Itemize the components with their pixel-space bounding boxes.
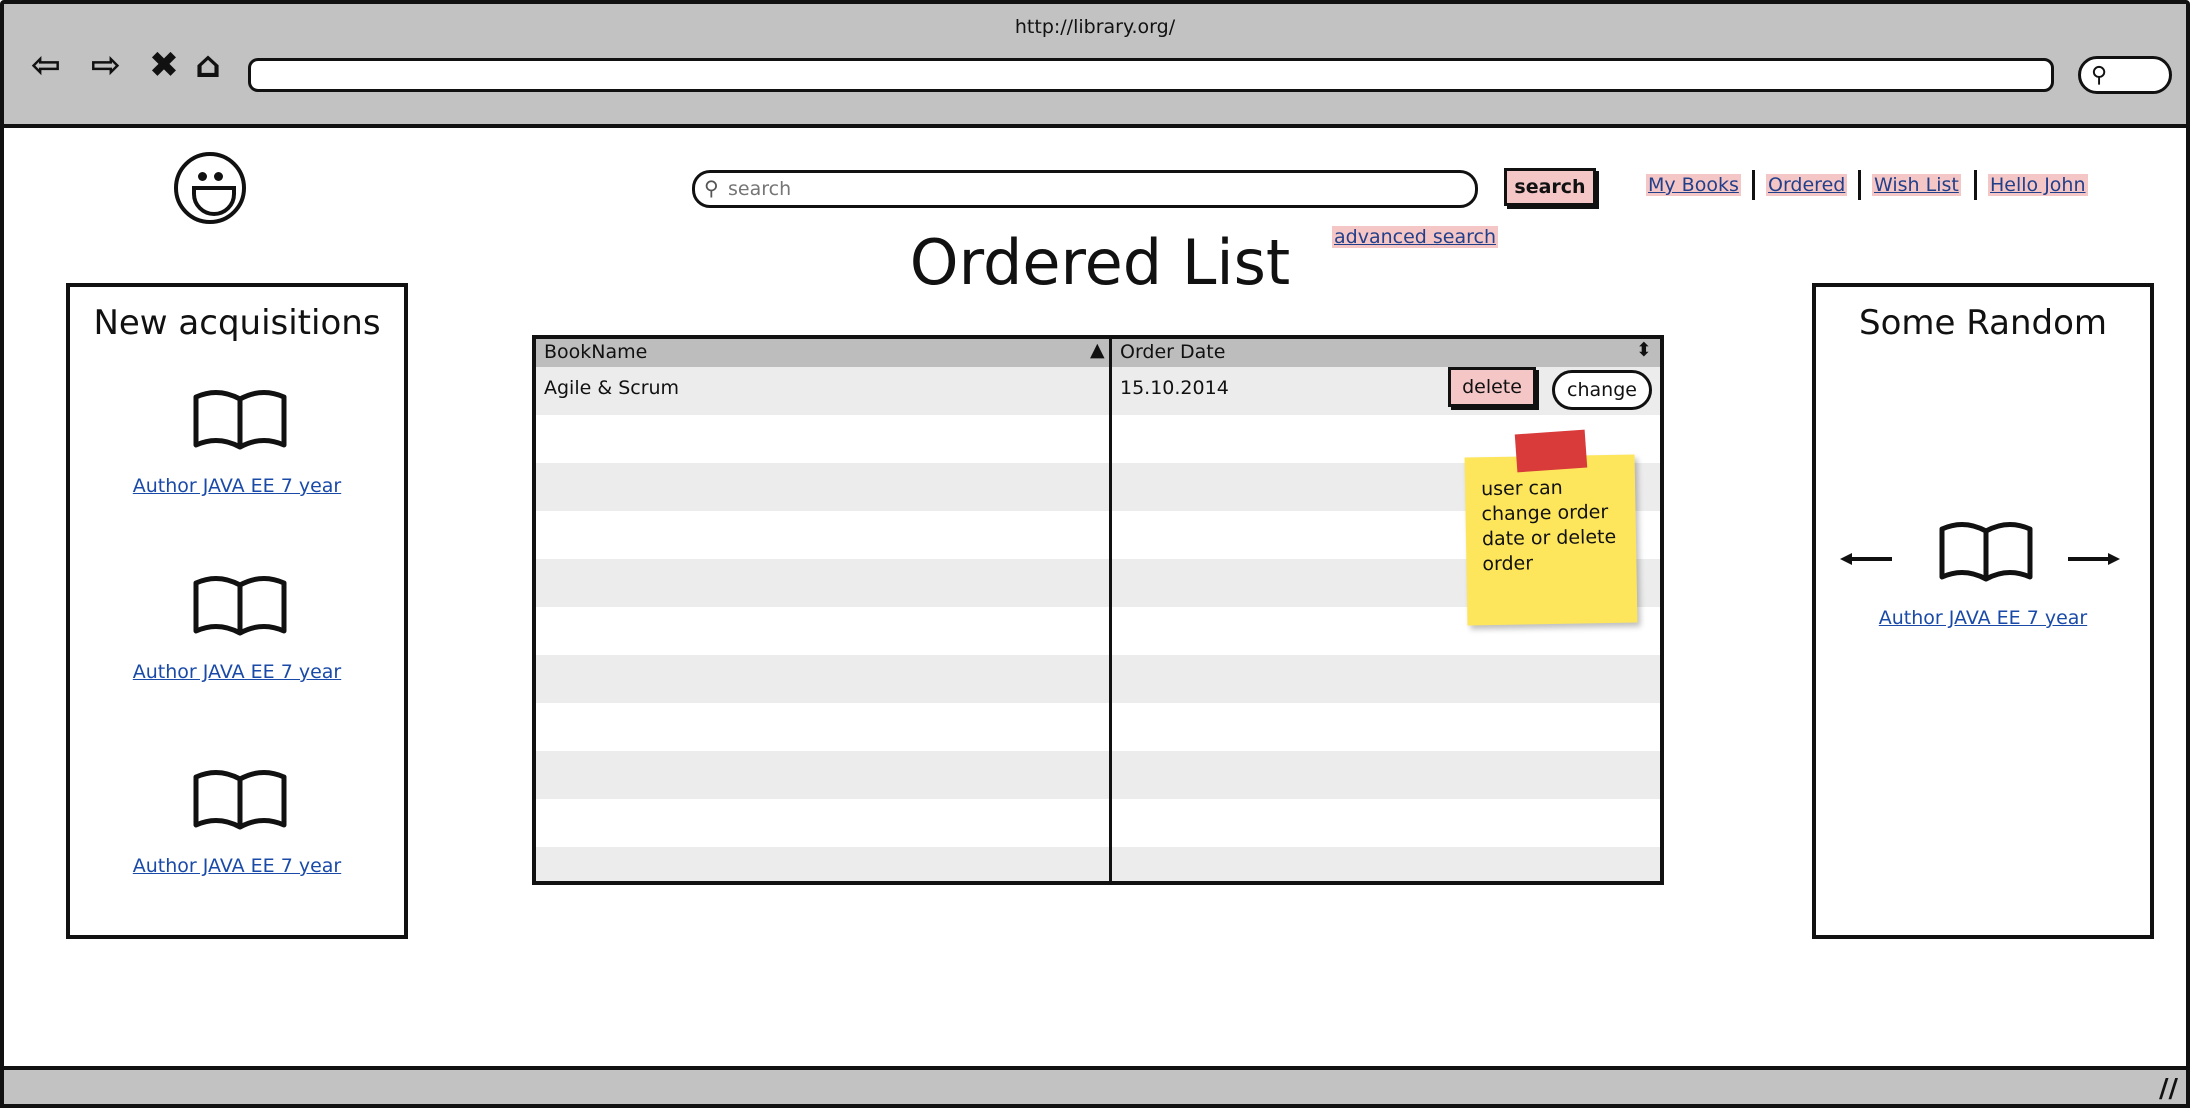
some-random-panel: Some Random Author JAVA EE 7 year [1812, 283, 2154, 939]
browser-search-icon[interactable]: ⚲ [2078, 56, 2172, 94]
change-button[interactable]: change [1552, 370, 1652, 410]
search-input[interactable] [728, 175, 1428, 203]
book-icon[interactable] [190, 767, 290, 837]
resize-handle-icon[interactable]: // [2159, 1074, 2178, 1104]
book-link[interactable]: Author JAVA EE 7 year [70, 661, 404, 683]
table-row [536, 751, 1660, 799]
book-icon[interactable] [1936, 519, 2036, 589]
book-icon[interactable] [190, 387, 290, 457]
tape-decoration [1514, 429, 1588, 473]
address-bar[interactable] [248, 58, 2054, 92]
status-bar [0, 1066, 2190, 1108]
panel-title: Some Random [1859, 303, 2107, 343]
forward-icon[interactable]: ⇨ [84, 44, 128, 88]
book-link[interactable]: Author JAVA EE 7 year [70, 475, 404, 497]
table-row [536, 703, 1660, 751]
smiley-logo-icon [174, 152, 246, 224]
sort-asc-icon[interactable]: ▲ [1090, 339, 1105, 361]
wish-list-link[interactable]: Wish List [1872, 174, 1961, 196]
order-date-cell: 15.10.2014 [1120, 377, 1229, 399]
book-name-cell: Agile & Scrum [544, 377, 680, 399]
table-row [536, 655, 1660, 703]
prev-arrow-icon[interactable] [1836, 549, 1896, 569]
delete-button[interactable]: delete [1448, 367, 1536, 407]
new-acquisitions-panel: New acquisitions Author JAVA EE 7 year A… [66, 283, 408, 939]
column-divider [1109, 339, 1112, 881]
book-link[interactable]: Author JAVA EE 7 year [1816, 607, 2150, 629]
separator [1974, 170, 1977, 200]
book-icon[interactable] [190, 573, 290, 643]
sort-toggle-icon[interactable]: ⬍ [1636, 339, 1652, 361]
separator [1858, 170, 1861, 200]
panel-title: New acquisitions [93, 303, 381, 343]
table-row [536, 415, 1660, 463]
table-row [536, 799, 1660, 847]
separator [1752, 170, 1755, 200]
back-icon[interactable]: ⇦ [24, 44, 68, 88]
my-books-link[interactable]: My Books [1646, 174, 1741, 196]
close-icon[interactable]: ✖ [142, 44, 186, 88]
table-header: BookName ▲ Order Date ⬍ [536, 339, 1660, 367]
column-header-order-date[interactable]: Order Date [1120, 341, 1225, 363]
hello-john-link[interactable]: Hello John [1988, 174, 2088, 196]
search-button[interactable]: search [1504, 168, 1596, 206]
column-header-bookname[interactable]: BookName [544, 341, 647, 363]
next-arrow-icon[interactable] [2064, 549, 2124, 569]
book-link[interactable]: Author JAVA EE 7 year [70, 855, 404, 877]
page-title: Ordered List [909, 226, 1291, 299]
search-icon: ⚲ [704, 176, 719, 200]
ordered-link[interactable]: Ordered [1766, 174, 1848, 196]
sticky-note: user can change order date or delete ord… [1464, 454, 1638, 626]
browser-url-title: http://library.org/ [1014, 16, 1176, 38]
table-row [536, 847, 1660, 881]
home-icon[interactable]: ⌂ [186, 44, 230, 88]
